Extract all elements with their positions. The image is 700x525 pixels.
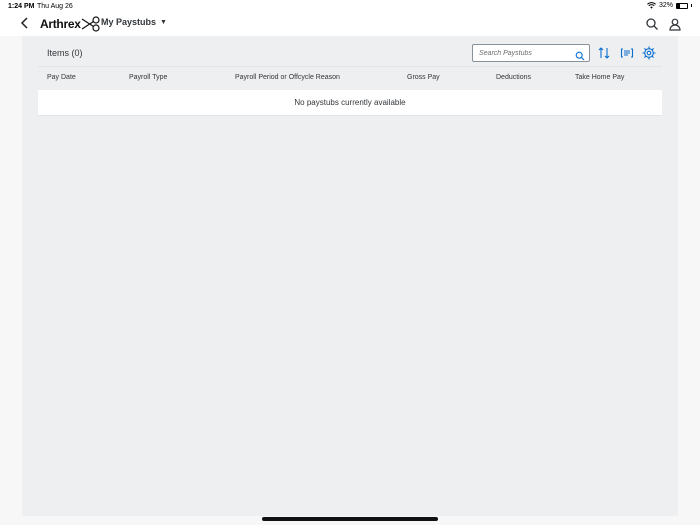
column-header-gross-pay[interactable]: Gross Pay (407, 74, 440, 81)
wifi-icon (647, 2, 656, 9)
company-logo: Arthrex (40, 14, 101, 34)
items-count-title: Items (0) (47, 48, 83, 58)
column-header-pay-date[interactable]: Pay Date (47, 74, 76, 81)
caret-down-icon: ▼ (160, 18, 167, 26)
search-icon (575, 51, 585, 61)
user-icon (669, 18, 681, 31)
chevron-left-icon (20, 17, 28, 29)
table-toolbar: Items (0) (38, 42, 662, 66)
search-submit-button[interactable] (575, 48, 585, 61)
table-settings-button[interactable] (641, 45, 657, 61)
left-margin (0, 36, 22, 525)
scissors-logo-icon (81, 16, 100, 32)
status-date: Thu Aug 26 (37, 3, 73, 10)
battery-tip (691, 4, 692, 7)
sort-icon (598, 47, 610, 59)
user-profile-button[interactable] (668, 17, 682, 31)
status-right: 32% (647, 2, 692, 9)
right-margin (678, 36, 700, 525)
status-time: 1:24 PM (8, 3, 35, 10)
search-icon (646, 18, 658, 30)
logo-text: Arthrex (40, 17, 81, 31)
battery-icon (676, 2, 688, 9)
sort-button[interactable] (596, 45, 612, 61)
column-header-take-home-pay[interactable]: Take Home Pay (575, 74, 624, 81)
column-header-payroll-period[interactable]: Payroll Period or Offcycle Reason (235, 74, 340, 81)
group-button[interactable] (619, 45, 635, 61)
page-title: My Paystubs (101, 17, 157, 27)
column-header-payroll-type[interactable]: Payroll Type (129, 74, 167, 81)
battery-percent: 32% (658, 2, 673, 9)
column-header-deductions[interactable]: Deductions (496, 74, 531, 81)
search-input[interactable] (479, 47, 571, 59)
app-title-menu[interactable]: My Paystubs ▼ (101, 17, 167, 27)
table-header: Pay Date Payroll Type Payroll Period or … (38, 66, 662, 90)
gear-icon (642, 46, 656, 60)
app-header: Arthrex My Paystubs ▼ (0, 12, 700, 36)
home-indicator[interactable] (262, 517, 438, 521)
main-content: Items (0) Search Paystubs Pay Date Payro… (22, 36, 678, 516)
empty-table-message: No paystubs currently available (38, 90, 662, 116)
status-bar: 1:24 PM Thu Aug 26 32% (0, 0, 700, 12)
search-field (472, 44, 590, 62)
back-button[interactable] (20, 16, 34, 32)
header-search-button[interactable] (645, 17, 659, 31)
group-icon (620, 48, 634, 58)
